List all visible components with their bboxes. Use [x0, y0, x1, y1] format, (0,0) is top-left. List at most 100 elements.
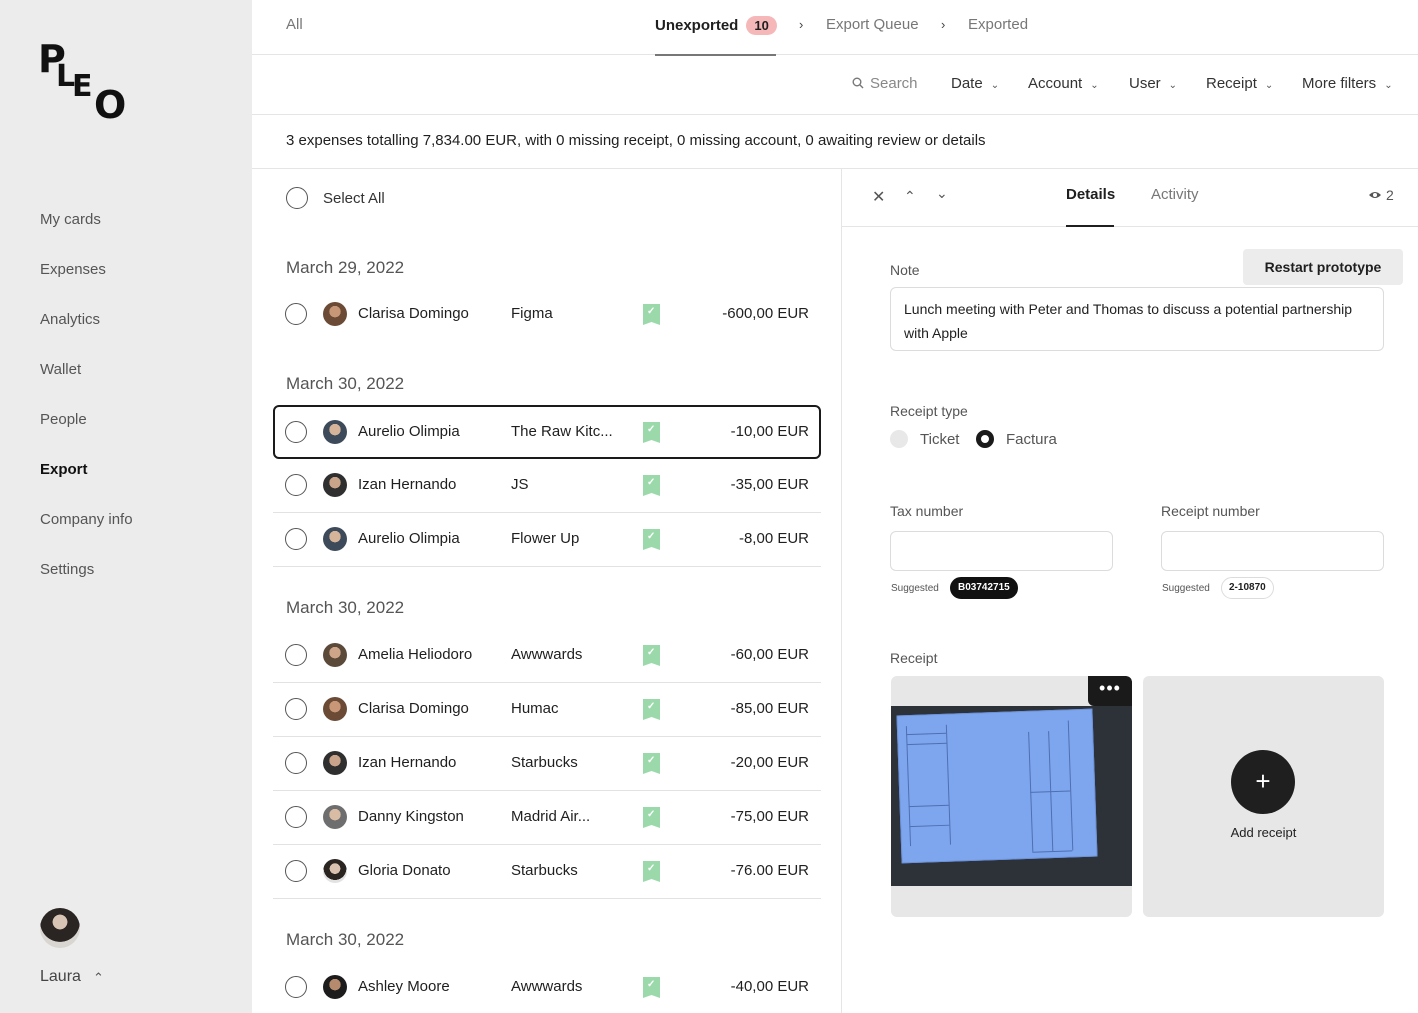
- expense-row[interactable]: Izan Hernando JS -35,00 EUR: [273, 459, 821, 513]
- receipt-number-input[interactable]: [1161, 531, 1384, 571]
- expense-row[interactable]: Danny Kingston Madrid Air... -75,00 EUR: [273, 791, 821, 845]
- user-filter-label: User: [1129, 75, 1161, 92]
- receipt-filter[interactable]: Receipt ⌄: [1206, 75, 1273, 92]
- expense-amount: -60,00 EUR: [730, 646, 809, 663]
- close-icon[interactable]: ✕: [872, 187, 885, 207]
- sidebar-item-analytics[interactable]: Analytics: [40, 310, 133, 360]
- avatar: [323, 420, 347, 444]
- select-all-label: Select All: [323, 190, 385, 207]
- logo-letter-o: O: [94, 83, 127, 127]
- viewers-indicator[interactable]: 2: [1368, 187, 1394, 203]
- export-status-tabs: All Unexported 10 › Export Queue › Export…: [252, 0, 1418, 56]
- user-filter[interactable]: User ⌄: [1129, 75, 1177, 92]
- suggested-label: Suggested: [891, 583, 939, 594]
- row-checkbox[interactable]: [285, 698, 307, 720]
- row-checkbox[interactable]: [285, 528, 307, 550]
- user-menu-name[interactable]: Laura: [40, 968, 81, 986]
- row-checkbox[interactable]: [285, 976, 307, 998]
- add-receipt-card[interactable]: + Add receipt: [1143, 676, 1384, 917]
- date-header: March 29, 2022: [286, 258, 405, 277]
- viewers-count: 2: [1386, 187, 1394, 203]
- sidebar-item-export[interactable]: Export: [40, 460, 133, 510]
- tab-exported[interactable]: Exported: [968, 16, 1028, 33]
- merchant-name: JS: [511, 476, 529, 493]
- employee-name: Clarisa Domingo: [358, 305, 469, 322]
- chevron-down-icon: ⌄: [1384, 80, 1393, 91]
- chevron-down-icon: ⌄: [1264, 80, 1274, 91]
- expense-row[interactable]: Aurelio Olimpia Flower Up -8,00 EUR: [273, 513, 821, 567]
- merchant-name: Awwwards: [511, 978, 583, 995]
- logo-letter-e: E: [72, 69, 93, 104]
- tab-details[interactable]: Details: [1066, 186, 1115, 203]
- add-receipt-label: Add receipt: [1230, 825, 1297, 840]
- receipt-filter-label: Receipt: [1206, 75, 1257, 92]
- receipt-type-factura-label: Factura: [1006, 431, 1057, 448]
- receipt-check-icon: [643, 645, 660, 666]
- sidebar-item-expenses[interactable]: Expenses: [40, 260, 133, 310]
- tab-unexported-label: Unexported: [655, 17, 739, 34]
- expense-amount: -600,00 EUR: [722, 305, 809, 322]
- expense-amount: -8,00 EUR: [738, 530, 809, 547]
- receipt-check-icon: [643, 699, 660, 720]
- tax-number-input[interactable]: [890, 531, 1113, 571]
- expense-row[interactable]: Gloria Donato Starbucks -76.00 EUR: [273, 845, 821, 899]
- row-checkbox[interactable]: [285, 644, 307, 666]
- employee-name: Izan Hernando: [358, 476, 457, 493]
- row-checkbox[interactable]: [285, 860, 307, 882]
- receipt-number-suggestion-chip[interactable]: 2-10870: [1221, 577, 1274, 599]
- pleo-logo[interactable]: P L E O: [38, 40, 128, 124]
- row-checkbox[interactable]: [285, 303, 307, 325]
- row-checkbox[interactable]: [285, 474, 307, 496]
- expense-amount: -35,00 EUR: [730, 476, 809, 493]
- tax-number-label: Tax number: [890, 503, 964, 519]
- expense-row[interactable]: Izan Hernando Starbucks -20,00 EUR: [273, 737, 821, 791]
- search-filter[interactable]: Search: [852, 75, 918, 92]
- tab-unexported[interactable]: Unexported 10: [655, 16, 777, 35]
- filter-bar: Search Date ⌄ Account ⌄ User ⌄ Receipt ⌄ Mor…: [252, 55, 1418, 115]
- tax-suggestion-chip[interactable]: B03742715: [950, 577, 1018, 599]
- receipt-type-label: Receipt type: [890, 403, 968, 419]
- avatar: [323, 697, 347, 721]
- sidebar-item-settings[interactable]: Settings: [40, 560, 133, 610]
- expense-amount: -85,00 EUR: [730, 700, 809, 717]
- detail-header: ✕ ⌃ ⌄ Details Activity 2: [842, 169, 1418, 227]
- row-checkbox[interactable]: [285, 421, 307, 443]
- sidebar-item-my-cards[interactable]: My cards: [40, 210, 133, 260]
- row-checkbox[interactable]: [285, 752, 307, 774]
- sidebar-item-company-info[interactable]: Company info: [40, 510, 133, 560]
- plus-icon[interactable]: +: [1231, 750, 1295, 814]
- note-field[interactable]: Lunch meeting with Peter and Thomas to d…: [890, 287, 1384, 351]
- sidebar-item-people[interactable]: People: [40, 410, 133, 460]
- expense-row[interactable]: Amelia Heliodoro Awwwards -60,00 EUR: [273, 629, 821, 683]
- date-header: March 30, 2022: [286, 598, 405, 617]
- chevron-down-icon[interactable]: ⌄: [936, 185, 948, 202]
- receipt-label: Receipt: [890, 650, 938, 666]
- expense-list: Select All March 29, 2022 Clarisa Doming…: [252, 169, 842, 1013]
- expense-row-selected[interactable]: Aurelio Olimpia The Raw Kitc... -10,00 E…: [273, 405, 821, 459]
- restart-prototype-button[interactable]: Restart prototype: [1243, 249, 1403, 285]
- more-options-icon[interactable]: •••: [1088, 676, 1132, 706]
- avatar: [323, 302, 347, 326]
- row-checkbox[interactable]: [285, 806, 307, 828]
- chevron-up-icon[interactable]: ⌃: [93, 970, 104, 986]
- select-all-checkbox[interactable]: [286, 187, 308, 209]
- tab-all[interactable]: All: [286, 16, 303, 33]
- expense-row[interactable]: Ashley Moore Awwwards -40,00 EUR: [273, 961, 821, 1013]
- sidebar-item-wallet[interactable]: Wallet: [40, 360, 133, 410]
- search-label: Search: [870, 75, 918, 92]
- receipt-thumbnail[interactable]: •••: [891, 676, 1132, 917]
- tab-activity[interactable]: Activity: [1151, 186, 1199, 203]
- expense-row[interactable]: Clarisa Domingo Humac -85,00 EUR: [273, 683, 821, 737]
- tab-export-queue[interactable]: Export Queue: [826, 16, 919, 33]
- more-filters[interactable]: More filters ⌄: [1302, 75, 1393, 92]
- avatar: [323, 473, 347, 497]
- account-filter[interactable]: Account ⌄: [1028, 75, 1099, 92]
- chevron-up-icon[interactable]: ⌃: [904, 188, 916, 205]
- employee-name: Aurelio Olimpia: [358, 423, 460, 440]
- expense-row[interactable]: Clarisa Domingo Figma -600,00 EUR: [273, 288, 821, 342]
- user-avatar[interactable]: [40, 908, 80, 948]
- receipt-type-factura-radio[interactable]: [976, 430, 994, 448]
- receipt-type-ticket-radio[interactable]: [890, 430, 908, 448]
- expense-amount: -76.00 EUR: [730, 862, 809, 879]
- date-filter[interactable]: Date ⌄: [951, 75, 999, 92]
